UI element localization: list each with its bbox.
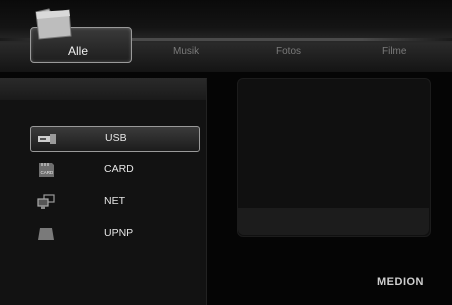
source-item-label: NET (104, 195, 125, 207)
usb-icon (38, 134, 56, 144)
tab-alle-label: Alle (68, 44, 89, 58)
source-item-upnp[interactable]: UPNP (30, 222, 198, 246)
source-item-usb[interactable]: USB (30, 126, 200, 152)
tab-filme[interactable]: Filme (382, 46, 406, 57)
source-item-label: UPNP (104, 227, 134, 239)
source-item-card[interactable]: CARD CARD (30, 158, 198, 182)
brand-logo: MEDION (377, 276, 424, 288)
sd-card-icon: CARD (39, 163, 55, 177)
preview-info-strip (238, 208, 429, 235)
svg-text:CARD: CARD (41, 170, 55, 175)
source-item-label: CARD (104, 163, 134, 175)
media-server-icon (38, 228, 54, 240)
tab-fotos[interactable]: Fotos (276, 46, 301, 57)
network-computers-icon (37, 194, 55, 209)
tab-musik[interactable]: Musik (173, 46, 199, 57)
folder-icon (35, 8, 72, 40)
source-item-label: USB (105, 132, 127, 144)
source-item-net[interactable]: NET (30, 190, 198, 214)
source-list-header (0, 78, 206, 100)
